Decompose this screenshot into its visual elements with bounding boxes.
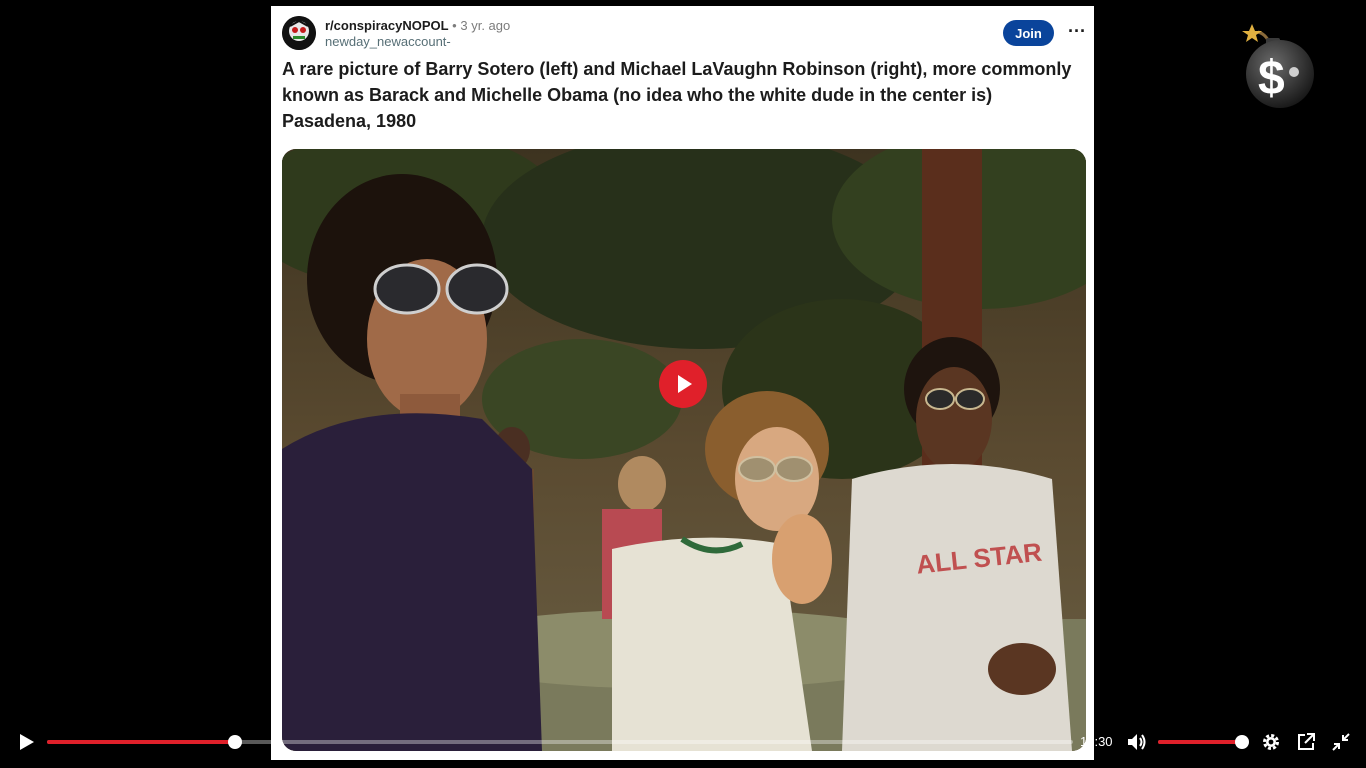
player-controls: 10:30 — [0, 722, 1366, 762]
post-author[interactable]: newday_newaccount- — [325, 34, 510, 50]
time-display: 10:30 — [1080, 734, 1113, 749]
volume-handle[interactable] — [1235, 735, 1249, 749]
video-player[interactable]: r/conspiracyNOPOL • 3 yr. ago newday_new… — [0, 0, 1366, 768]
logo-dollar-sign: $ — [1258, 52, 1285, 105]
progress-handle[interactable] — [227, 735, 242, 749]
progress-fill — [47, 740, 235, 744]
exit-fullscreen-icon[interactable] — [1331, 732, 1351, 752]
progress-bar[interactable] — [47, 735, 1073, 749]
subreddit-link[interactable]: r/conspiracyNOPOL — [325, 18, 449, 33]
join-button[interactable]: Join — [1003, 20, 1054, 46]
gear-icon[interactable] — [1261, 732, 1281, 752]
play-icon[interactable] — [16, 732, 36, 752]
subreddit-avatar — [282, 16, 316, 50]
post-meta: r/conspiracyNOPOL • 3 yr. ago newday_new… — [325, 18, 510, 50]
external-link-icon[interactable] — [1296, 732, 1316, 752]
post-age: 3 yr. ago — [460, 18, 511, 33]
volume-slider[interactable] — [1158, 735, 1249, 749]
volume-fill — [1158, 740, 1242, 744]
play-circle-icon[interactable] — [659, 360, 707, 408]
post-title: A rare picture of Barry Sotero (left) an… — [282, 59, 1072, 131]
post-photo: ALL STAR — [282, 149, 1086, 751]
meta-separator: • — [452, 18, 457, 33]
more-options-icon[interactable]: ··· — [1065, 22, 1089, 44]
post-header: r/conspiracyNOPOL • 3 yr. ago newday_new… — [282, 16, 1086, 52]
channel-logo: $ — [1238, 22, 1318, 114]
volume-icon[interactable] — [1126, 732, 1148, 752]
